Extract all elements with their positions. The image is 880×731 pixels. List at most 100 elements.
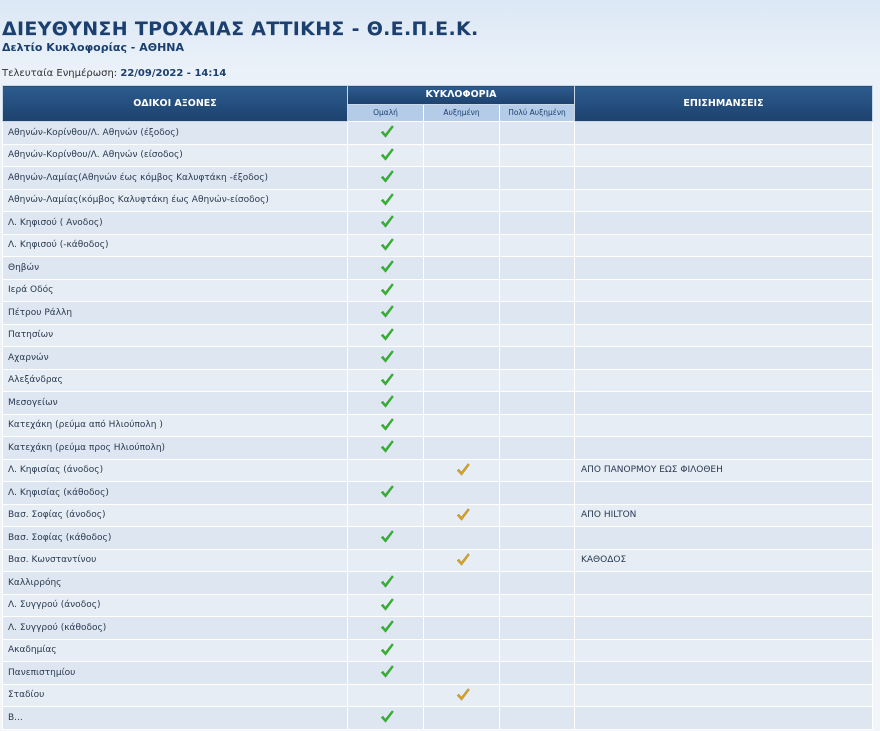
status-cell-normal [347, 503, 424, 527]
road-name: Πανεπιστημίου [2, 661, 348, 685]
last-update: Τελευταία Ενημέρωση: 22/09/2022 - 14:14 [2, 68, 226, 79]
road-name: Καλλιρρόης [2, 571, 348, 595]
road-name: Κατεχάκη (ρεύμα προς Ηλιούπολη) [2, 436, 348, 460]
checkmark-icon [379, 326, 394, 342]
table-row: Βασ. Σοφίας (άνοδος) ΑΠΟ HILTON [2, 503, 873, 527]
status-cell-very [499, 413, 575, 437]
road-name: Κατεχάκη (ρεύμα από Ηλιούπολη ) [2, 413, 348, 437]
header-increased: Αυξημένη [423, 103, 500, 122]
table-row: Ακαδημίας [2, 638, 873, 662]
status-cell-increased [423, 143, 500, 167]
status-cell-normal [347, 166, 424, 190]
table-row: Μεσογείων [2, 391, 873, 415]
table-row: Αθηνών-Κορίνθου/Λ. Αθηνών (είσοδος) [2, 143, 873, 167]
status-cell-normal [347, 301, 424, 325]
checkmark-icon [379, 393, 394, 409]
status-cell-very [499, 323, 575, 347]
checkmark-icon [455, 506, 470, 522]
status-cell-increased [423, 706, 500, 730]
table-body: Αθηνών-Κορίνθου/Λ. Αθηνών (έξοδος) Αθηνών… [2, 121, 873, 730]
last-update-label: Τελευταία Ενημέρωση: [2, 68, 118, 79]
status-cell-very [499, 436, 575, 460]
status-cell-increased [423, 638, 500, 662]
checkmark-icon [379, 708, 394, 724]
status-cell-increased [423, 593, 500, 617]
checkmark-icon [379, 168, 394, 184]
checkmark-icon [455, 551, 470, 567]
note-cell [574, 278, 873, 302]
status-cell-normal [347, 616, 424, 640]
checkmark-icon [379, 483, 394, 499]
status-cell-very [499, 661, 575, 685]
status-cell-normal [347, 571, 424, 595]
status-cell-normal [347, 323, 424, 347]
note-cell [574, 661, 873, 685]
status-cell-normal [347, 413, 424, 437]
status-cell-normal [347, 121, 424, 145]
header-traffic: ΚΥΚΛΟΦΟΡΙΑ [347, 85, 575, 105]
status-cell-normal [347, 526, 424, 550]
table-row: Βασ. Κωνσταντίνου ΚΑΘΟΔΟΣ [2, 548, 873, 572]
note-cell: ΚΑΘΟΔΟΣ [574, 548, 873, 572]
road-name: Αχαρνών [2, 346, 348, 370]
note-cell [574, 211, 873, 235]
table-row: Κατεχάκη (ρεύμα από Ηλιούπολη ) [2, 413, 873, 437]
road-name: Αθηνών-Λαμίας(Αθηνών έως κόμβος Καλυφτάκ… [2, 166, 348, 190]
status-cell-normal [347, 188, 424, 212]
note-cell [574, 256, 873, 280]
status-cell-increased [423, 571, 500, 595]
road-name: Βασ. Σοφίας (κάθοδος) [2, 526, 348, 550]
table-row: Αθηνών-Λαμίας(κόμβος Καλυφτάκη έως Αθηνώ… [2, 188, 873, 212]
checkmark-icon [455, 461, 470, 477]
note-cell [574, 301, 873, 325]
status-cell-very [499, 278, 575, 302]
road-name: Λ. Συγγρού (άνοδος) [2, 593, 348, 617]
status-cell-very [499, 301, 575, 325]
status-cell-increased [423, 683, 500, 707]
status-cell-increased [423, 548, 500, 572]
note-cell [574, 368, 873, 392]
note-cell [574, 706, 873, 730]
status-cell-normal [347, 548, 424, 572]
status-cell-very [499, 368, 575, 392]
status-cell-increased [423, 166, 500, 190]
note-cell [574, 188, 873, 212]
table-row: Ιερά Οδός [2, 278, 873, 302]
road-name: Πατησίων [2, 323, 348, 347]
table-row: Λ. Κηφισού ( Ανοδος) [2, 211, 873, 235]
checkmark-icon [379, 191, 394, 207]
status-cell-normal [347, 391, 424, 415]
checkmark-icon [379, 371, 394, 387]
status-cell-very [499, 211, 575, 235]
table-row: Σταδίου [2, 683, 873, 707]
status-cell-very [499, 526, 575, 550]
status-cell-increased [423, 391, 500, 415]
status-cell-normal [347, 706, 424, 730]
note-cell [574, 413, 873, 437]
road-name: Λ. Κηφισού ( Ανοδος) [2, 211, 348, 235]
last-update-value: 22/09/2022 - 14:14 [120, 68, 227, 79]
header-normal: Ομαλή [347, 103, 424, 122]
status-cell-increased [423, 256, 500, 280]
note-cell [574, 143, 873, 167]
status-cell-increased [423, 481, 500, 505]
table-row: Αθηνών-Κορίνθου/Λ. Αθηνών (έξοδος) [2, 121, 873, 145]
status-cell-normal [347, 436, 424, 460]
road-name: Βασ. Σοφίας (άνοδος) [2, 503, 348, 527]
table-row: Λ. Κηφισίας (κάθοδος) [2, 481, 873, 505]
status-cell-increased [423, 503, 500, 527]
checkmark-icon [379, 618, 394, 634]
road-name: Ακαδημίας [2, 638, 348, 662]
note-cell [574, 526, 873, 550]
status-cell-very [499, 256, 575, 280]
status-cell-increased [423, 436, 500, 460]
status-cell-very [499, 706, 575, 730]
status-cell-increased [423, 121, 500, 145]
note-cell [574, 233, 873, 257]
note-cell [574, 346, 873, 370]
table-row: Λ. Συγγρού (κάθοδος) [2, 616, 873, 640]
table-row: Αλεξάνδρας [2, 368, 873, 392]
status-cell-normal [347, 638, 424, 662]
table-row: Λ. Συγγρού (άνοδος) [2, 593, 873, 617]
checkmark-icon [379, 416, 394, 432]
